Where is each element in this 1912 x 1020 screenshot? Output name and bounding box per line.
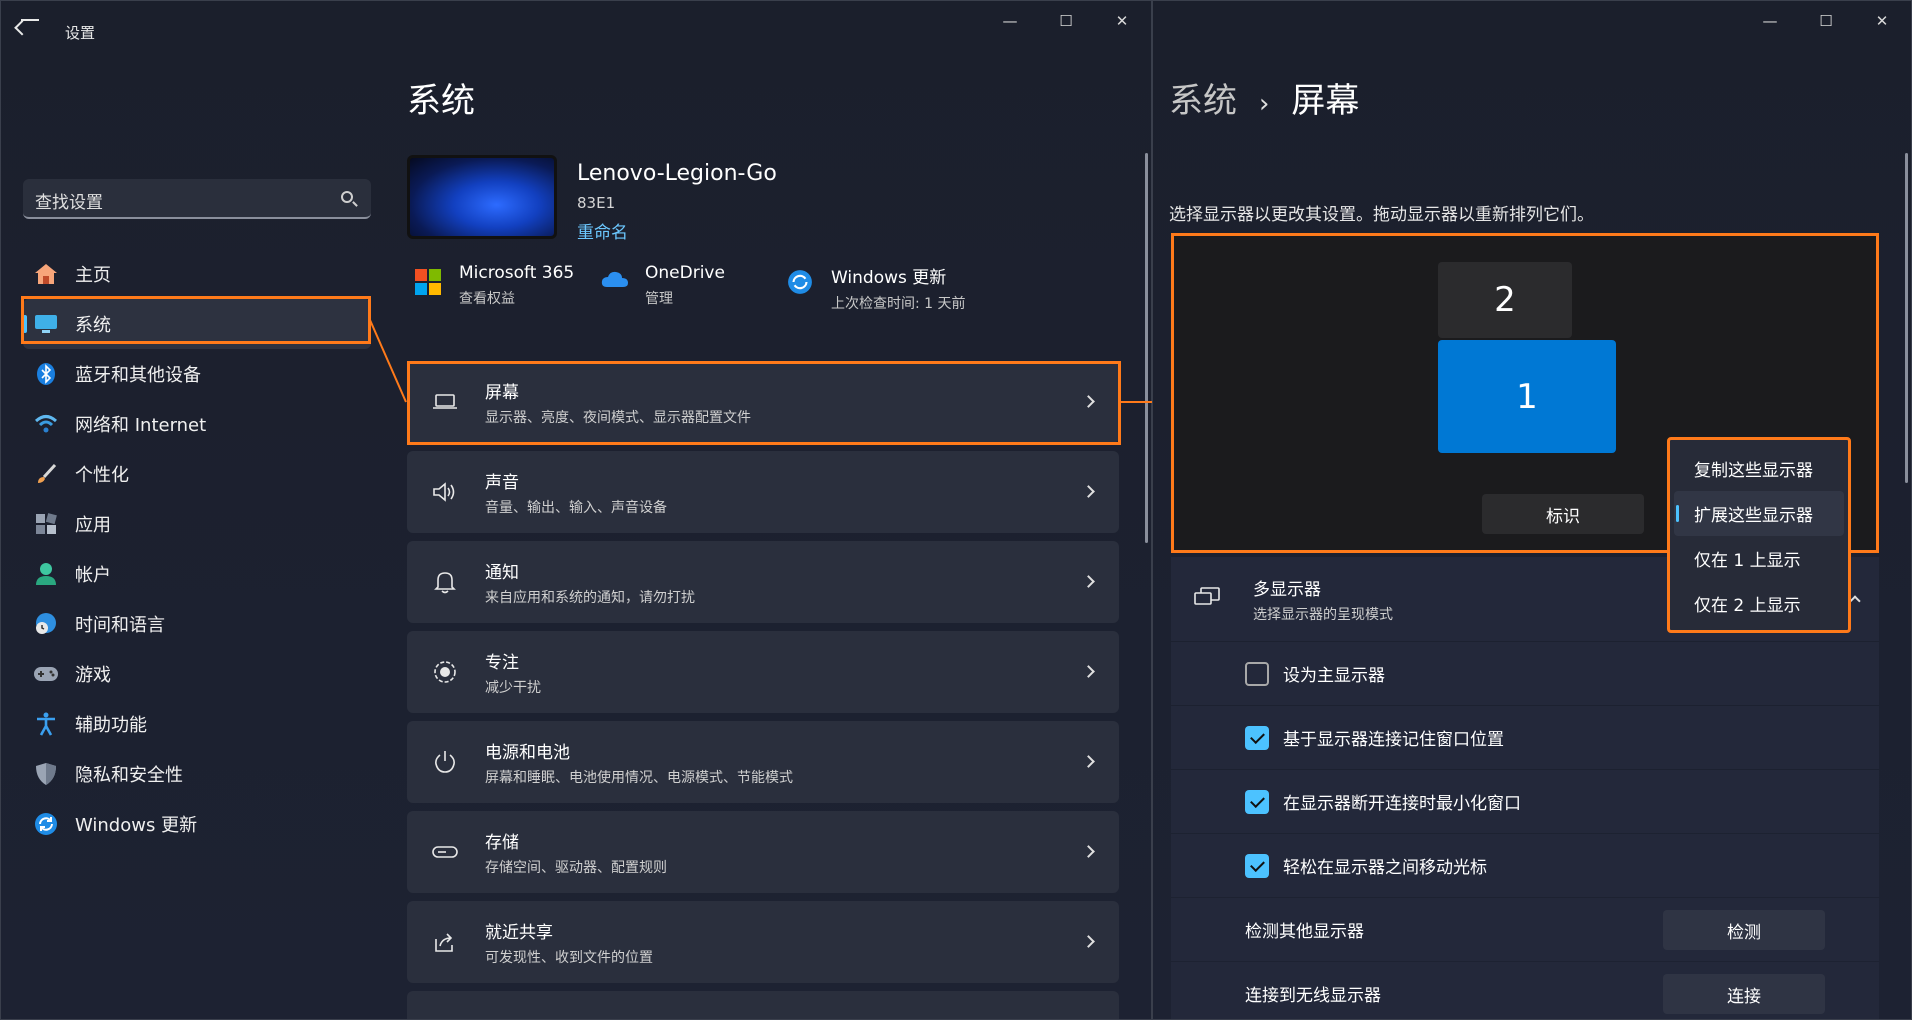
multi-monitor-icon	[1193, 586, 1225, 612]
check-label: 设为主显示器	[1283, 666, 1385, 686]
settings-window-right: — ☐ ✕ 系统 › 屏幕 选择显示器以更改其设置。拖动显示器以重新排列它们。 2 …	[1152, 0, 1912, 1020]
monitor-1[interactable]: 1	[1438, 340, 1616, 453]
close-button[interactable]: ✕	[1859, 7, 1905, 35]
maximize-button[interactable]: ☐	[1803, 7, 1849, 35]
row-sub: 选择显示器的呈现模式	[1253, 606, 1393, 623]
checkbox-cursor[interactable]	[1245, 853, 1269, 878]
monitor-2[interactable]: 2	[1438, 262, 1572, 338]
display-description: 选择显示器以更改其设置。拖动显示器以重新排列它们。	[1169, 205, 1594, 225]
breadcrumb-parent[interactable]: 系统	[1169, 81, 1237, 121]
scrollbar[interactable]	[1905, 153, 1908, 483]
check-row-primary[interactable]: 设为主显示器	[1171, 642, 1879, 705]
dropdown-item-duplicate[interactable]: 复制这些显示器	[1674, 446, 1844, 491]
dropdown-item-only-2[interactable]: 仅在 2 上显示	[1674, 581, 1844, 626]
detect-row: 检测其他显示器 检测	[1171, 898, 1879, 961]
check-row-minimize[interactable]: 在显示器断开连接时最小化窗口	[1171, 770, 1879, 833]
dropdown-item-only-1[interactable]: 仅在 1 上显示	[1674, 536, 1844, 581]
check-label: 基于显示器连接记住窗口位置	[1283, 730, 1504, 750]
check-row-remember-window[interactable]: 基于显示器连接记住窗口位置	[1171, 706, 1879, 769]
wireless-row: 连接到无线显示器 连接	[1171, 962, 1879, 1019]
connect-button[interactable]: 连接	[1663, 974, 1825, 1014]
breadcrumb: 系统 › 屏幕	[1169, 73, 1359, 122]
connector-line-system	[369, 319, 407, 403]
check-label: 在显示器断开连接时最小化窗口	[1283, 794, 1521, 814]
title-bar: — ☐ ✕	[1153, 1, 1911, 45]
checkbox-remember-window[interactable]	[1245, 725, 1269, 750]
dropdown-item-extend[interactable]: 扩展这些显示器	[1674, 491, 1844, 536]
breadcrumb-separator: ›	[1259, 89, 1270, 119]
wireless-label: 连接到无线显示器	[1245, 986, 1381, 1006]
display-mode-dropdown: 复制这些显示器 扩展这些显示器 仅在 1 上显示 仅在 2 上显示	[1667, 437, 1851, 633]
minimize-button[interactable]: —	[1747, 7, 1793, 35]
detect-button[interactable]: 检测	[1663, 910, 1825, 950]
detect-label: 检测其他显示器	[1245, 922, 1364, 942]
check-row-cursor[interactable]: 轻松在显示器之间移动光标	[1171, 834, 1879, 897]
check-label: 轻松在显示器之间移动光标	[1283, 858, 1487, 878]
checkbox-primary[interactable]	[1245, 661, 1269, 686]
checkbox-minimize[interactable]	[1245, 789, 1269, 814]
breadcrumb-current: 屏幕	[1291, 81, 1360, 121]
row-title: 多显示器	[1253, 579, 1321, 600]
identify-button[interactable]: 标识	[1482, 494, 1644, 534]
